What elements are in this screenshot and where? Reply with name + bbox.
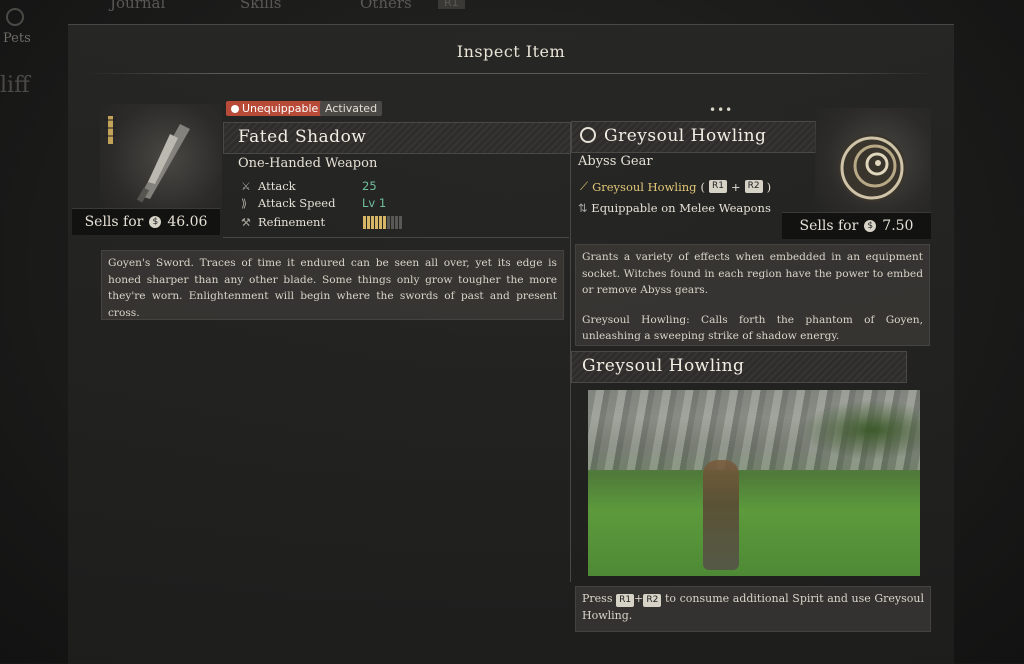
abyss-gear-icon [580,127,596,143]
more-options-icon[interactable]: ••• [709,103,733,117]
greysoul-sell-price: Sells for $ 7.50 [782,212,931,239]
sword-stat-icon: ⚔ [241,180,251,193]
refinement-segment [379,216,382,229]
nav-circle-icon [6,8,24,26]
fated-shadow-sell-price: Sells for $ 46.06 [72,208,220,235]
sells-for-label: Sells for [799,218,859,234]
sells-for-value: 46.06 [167,214,208,230]
refinement-bar [363,216,402,229]
refinement-segment [367,216,370,229]
gear-type: Abyss Gear [578,154,653,169]
tab-skills[interactable]: Skills [240,0,281,12]
stat-attack-speed-value: Lv 1 [362,196,387,210]
skill-preview-video[interactable] [588,390,920,576]
item-name: Fated Shadow [238,127,367,147]
fated-shadow-description: Goyen's Sword. Traces of time it endured… [101,250,564,320]
refinement-segment [399,216,402,229]
activated-badge: Activated [320,101,383,116]
stat-attack: ⚔ Attack [241,179,296,193]
melee-weapon-icon: ⇅ [578,201,588,215]
skill-section-header: Greysoul Howling [571,351,907,383]
warning-icon [231,105,239,113]
r1-button-icon: R1 [709,180,728,193]
unequippable-badge: Unequippable [226,101,324,116]
refinement-segment [375,216,378,229]
fated-shadow-image [100,104,222,212]
fated-shadow-header: Fated Shadow [223,122,571,154]
greysoul-description: Grants a variety of effects when embedde… [575,244,930,346]
refinement-segment [391,216,394,229]
coin-icon: $ [864,220,877,232]
greysoul-header: Greysoul Howling [571,121,816,153]
sidebar-partial-label: liff [0,73,30,98]
refinement-segment [395,216,398,229]
speed-stat-icon: ⟫ [241,197,248,210]
refinement-segment [371,216,374,229]
skill-section-title: Greysoul Howling [582,356,745,376]
spiral-gear-icon [838,134,906,202]
stat-refinement: ⚒ Refinement [241,215,326,229]
refinement-segment [387,216,390,229]
title-divider [88,73,934,74]
sword-icon [104,116,190,203]
anvil-stat-icon: ⚒ [241,216,251,229]
greysoul-image [815,108,931,212]
sidebar-item-pets[interactable]: Pets [3,31,31,46]
character-figure [703,460,739,570]
gear-skill: ⟋ Greysoul Howling ( R1 + R2 ) [580,179,772,194]
refinement-segment [363,216,366,229]
tree-background [800,400,920,460]
item-type: One-Handed Weapon [238,156,378,171]
stat-attack-speed: ⟫ Attack Speed [241,196,336,210]
tab-journal[interactable]: Journal [110,0,165,12]
stat-attack-value: 25 [362,179,377,193]
r2-button-icon: R2 [744,180,763,193]
r2-button-icon: R2 [643,594,662,607]
gear-name: Greysoul Howling [604,126,767,146]
sells-for-label: Sells for [84,214,144,230]
refinement-segment [383,216,386,229]
left-divider [223,237,569,238]
r1-button-icon: R1 [616,594,635,607]
sells-for-value: 7.50 [882,218,914,234]
skill-icon: ⟋ [580,179,589,193]
r1-key-hint: R1 [438,0,465,9]
tab-others[interactable]: Others [360,0,412,12]
skill-usage-hint: Press R1 + R2 to consume additional Spirit… [575,586,931,632]
equip-restriction: ⇅ Equippable on Melee Weapons [578,201,771,215]
coin-icon: $ [149,216,162,228]
panel-title: Inspect Item [456,42,566,61]
